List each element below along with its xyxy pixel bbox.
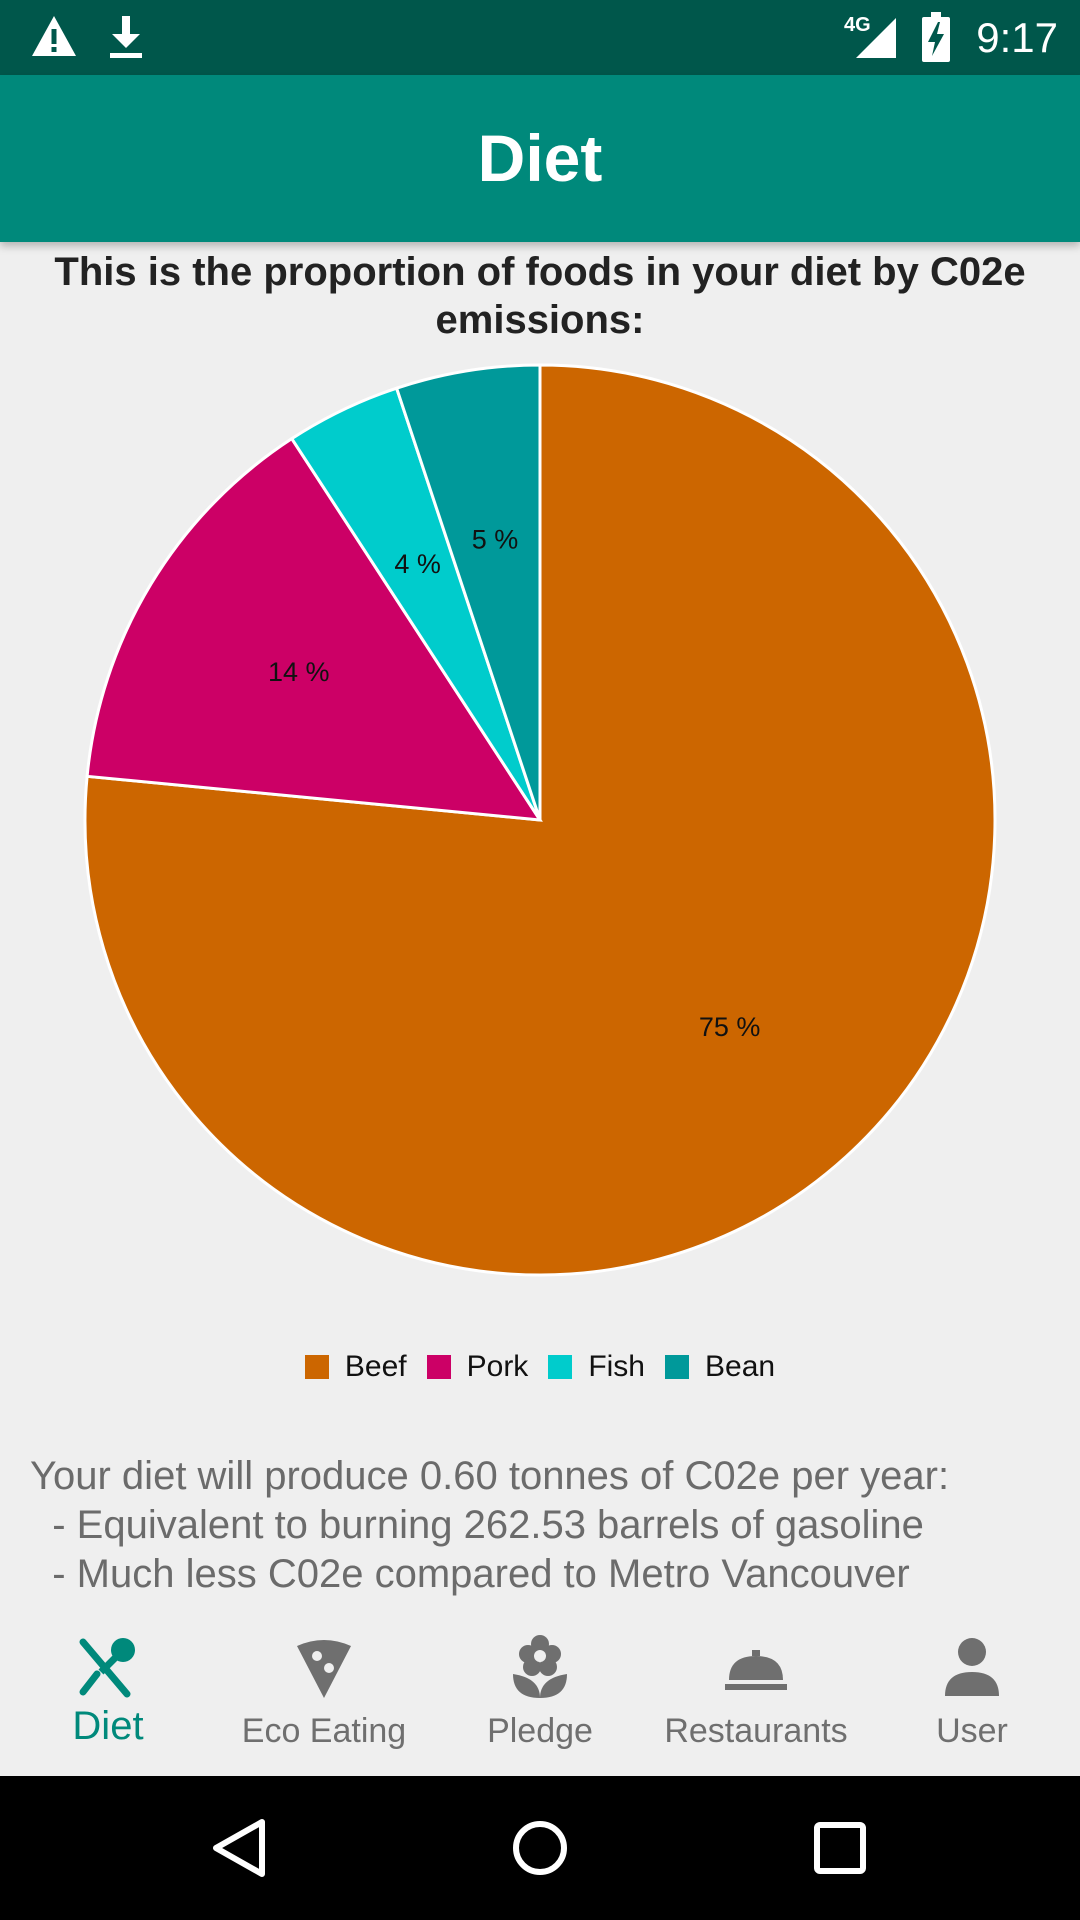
- status-time: 9:17: [976, 14, 1058, 61]
- pie-label-fish: 4 %: [394, 549, 441, 579]
- legend-swatch: [548, 1355, 573, 1379]
- page-title: Diet: [477, 121, 603, 195]
- legend-swatch: [665, 1355, 689, 1379]
- pie-label-beef: 75 %: [699, 1012, 761, 1042]
- summary-line-comparison: - Much less C02e compared to Metro Vanco…: [30, 1552, 910, 1596]
- signal-icon: [856, 18, 896, 58]
- nav-item-restaurants[interactable]: Restaurants: [648, 1616, 864, 1776]
- nav-item-diet[interactable]: Diet: [0, 1616, 216, 1776]
- diet-pie-chart[interactable]: 75 % 14 % 4 % 5 %: [0, 330, 1080, 1310]
- nav-label-pledge: Pledge: [487, 1712, 593, 1750]
- bottom-navigation: Diet Eco Eating Pledge Restaurants User: [0, 1616, 1080, 1776]
- chart-legend: Beef Pork Fish Bean: [0, 1350, 1080, 1384]
- legend-swatch: [426, 1355, 451, 1379]
- legend-label: Beef: [344, 1350, 407, 1383]
- legend-entry-bean: Bean: [665, 1350, 775, 1384]
- nav-item-eco-eating[interactable]: Eco Eating: [216, 1616, 432, 1776]
- nav-label-restaurants: Restaurants: [664, 1712, 848, 1750]
- nav-item-user[interactable]: User: [864, 1616, 1080, 1776]
- summary-line-total: Your diet will produce 0.60 tonnes of C0…: [30, 1454, 950, 1498]
- system-navigation-bar: [0, 1776, 1080, 1920]
- utensils-icon: [79, 1638, 135, 1698]
- download-icon: [110, 16, 142, 58]
- home-icon[interactable]: [510, 1818, 570, 1878]
- legend-entry-pork: Pork: [426, 1350, 529, 1384]
- legend-swatch: [304, 1355, 329, 1379]
- app-bar: Diet: [0, 75, 1080, 242]
- legend-label: Bean: [705, 1350, 776, 1383]
- recents-icon[interactable]: [810, 1818, 870, 1878]
- legend-label: Fish: [588, 1350, 645, 1383]
- flower-icon: [513, 1635, 567, 1698]
- nav-label-user: User: [936, 1712, 1008, 1750]
- summary-line-gasoline: - Equivalent to burning 262.53 barrels o…: [30, 1503, 924, 1547]
- nav-label-diet: Diet: [72, 1704, 144, 1748]
- legend-entry-beef: Beef: [304, 1350, 407, 1384]
- status-bar: 4G 9:17: [0, 0, 1080, 75]
- pizza-slice-icon: [297, 1640, 351, 1698]
- pie-label-pork: 14 %: [268, 657, 330, 687]
- pie-label-bean: 5 %: [472, 525, 519, 555]
- warning-icon: [32, 16, 76, 56]
- room-service-icon: [725, 1650, 787, 1690]
- nav-label-eco-eating: Eco Eating: [241, 1712, 407, 1750]
- user-icon: [945, 1638, 999, 1696]
- back-icon[interactable]: [210, 1818, 270, 1878]
- nav-item-pledge[interactable]: Pledge: [432, 1616, 648, 1776]
- battery-charging-icon: [922, 12, 950, 62]
- legend-label: Pork: [466, 1350, 529, 1383]
- emissions-summary: Your diet will produce 0.60 tonnes of C0…: [30, 1452, 1060, 1599]
- legend-entry-fish: Fish: [548, 1350, 645, 1384]
